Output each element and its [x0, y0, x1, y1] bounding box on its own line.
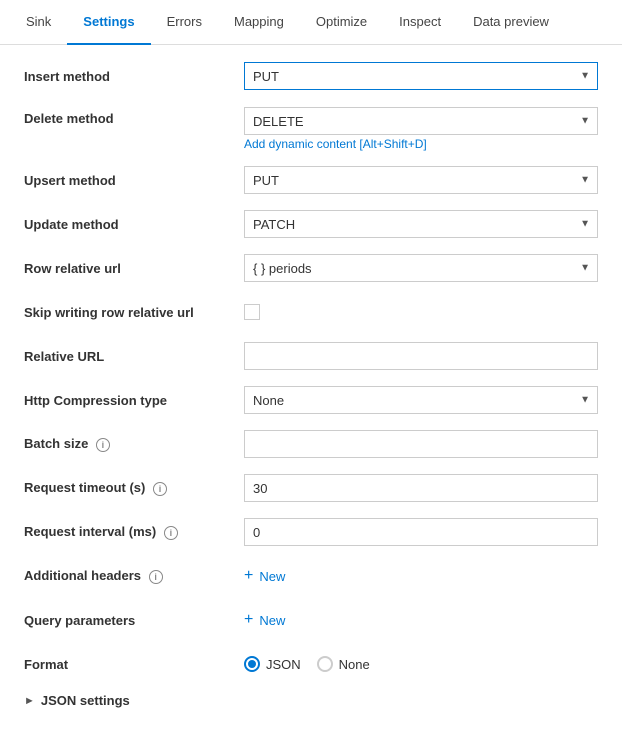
additional-headers-plus-icon: + [244, 568, 253, 584]
delete-method-select-wrapper: DELETE PUT POST PATCH ▼ [244, 107, 598, 135]
http-compression-control: None GZip Deflate ▼ [244, 386, 598, 414]
update-method-control: PATCH PUT POST DELETE ▼ [244, 210, 598, 238]
json-settings-chevron-icon: ► [24, 695, 35, 707]
upsert-method-row: Upsert method PUT POST PATCH DELETE ▼ [24, 165, 598, 195]
tab-inspect[interactable]: Inspect [383, 0, 457, 45]
http-compression-select[interactable]: None GZip Deflate [244, 386, 598, 414]
additional-headers-row: Additional headers i + New [24, 561, 598, 591]
format-none-option[interactable]: None [317, 656, 370, 672]
tab-data-preview[interactable]: Data preview [457, 0, 565, 45]
insert-method-row: Insert method PUT POST PATCH DELETE ▼ [24, 61, 598, 91]
http-compression-label: Http Compression type [24, 393, 244, 408]
update-method-row: Update method PATCH PUT POST DELETE ▼ [24, 209, 598, 239]
format-radio-group: JSON None [244, 656, 598, 672]
request-interval-row: Request interval (ms) i [24, 517, 598, 547]
delete-method-label: Delete method [24, 107, 244, 126]
additional-headers-add-button[interactable]: + New [244, 568, 285, 584]
relative-url-row: Relative URL [24, 341, 598, 371]
upsert-method-label: Upsert method [24, 173, 244, 188]
query-parameters-row: Query parameters + New [24, 605, 598, 635]
row-relative-url-label: Row relative url [24, 261, 244, 276]
format-none-radio[interactable] [317, 656, 333, 672]
batch-size-row: Batch size i [24, 429, 598, 459]
json-settings-label: JSON settings [41, 693, 130, 708]
additional-headers-label: Additional headers i [24, 568, 244, 584]
tab-optimize[interactable]: Optimize [300, 0, 383, 45]
batch-size-input[interactable] [244, 430, 598, 458]
delete-method-select[interactable]: DELETE PUT POST PATCH [244, 107, 598, 135]
format-row: Format JSON None [24, 649, 598, 679]
query-parameters-label: Query parameters [24, 613, 244, 628]
batch-size-info-icon: i [96, 438, 110, 452]
request-timeout-control [244, 474, 598, 502]
upsert-method-select[interactable]: PUT POST PATCH DELETE [244, 166, 598, 194]
additional-headers-info-icon: i [149, 570, 163, 584]
tab-mapping[interactable]: Mapping [218, 0, 300, 45]
upsert-method-select-wrapper: PUT POST PATCH DELETE ▼ [244, 166, 598, 194]
skip-writing-row: Skip writing row relative url [24, 297, 598, 327]
http-compression-row: Http Compression type None GZip Deflate … [24, 385, 598, 415]
format-json-radio[interactable] [244, 656, 260, 672]
update-method-select[interactable]: PATCH PUT POST DELETE [244, 210, 598, 238]
settings-content: Insert method PUT POST PATCH DELETE ▼ De… [0, 45, 622, 724]
request-interval-input[interactable] [244, 518, 598, 546]
update-method-label: Update method [24, 217, 244, 232]
row-relative-url-select-wrapper: { } periods None Custom ▼ [244, 254, 598, 282]
http-compression-select-wrapper: None GZip Deflate ▼ [244, 386, 598, 414]
additional-headers-control: + New [244, 568, 598, 584]
tab-sink[interactable]: Sink [10, 0, 67, 45]
batch-size-label: Batch size i [24, 436, 244, 452]
delete-method-row: Delete method DELETE PUT POST PATCH ▼ Ad… [24, 105, 598, 151]
dynamic-content-link[interactable]: Add dynamic content [Alt+Shift+D] [244, 137, 598, 151]
batch-size-control [244, 430, 598, 458]
insert-method-control: PUT POST PATCH DELETE ▼ [244, 62, 598, 90]
request-timeout-info-icon: i [153, 482, 167, 496]
format-json-label: JSON [266, 657, 301, 672]
query-parameters-add-button[interactable]: + New [244, 612, 285, 628]
request-interval-label: Request interval (ms) i [24, 524, 244, 540]
json-settings-row[interactable]: ► JSON settings [24, 693, 598, 708]
request-interval-control [244, 518, 598, 546]
request-timeout-input[interactable] [244, 474, 598, 502]
tab-errors[interactable]: Errors [151, 0, 218, 45]
row-relative-url-control: { } periods None Custom ▼ [244, 254, 598, 282]
tabs-bar: Sink Settings Errors Mapping Optimize In… [0, 0, 622, 45]
skip-writing-checkbox[interactable] [244, 304, 260, 320]
format-label: Format [24, 657, 244, 672]
request-timeout-label: Request timeout (s) i [24, 480, 244, 496]
row-relative-url-select[interactable]: { } periods None Custom [244, 254, 598, 282]
update-method-select-wrapper: PATCH PUT POST DELETE ▼ [244, 210, 598, 238]
upsert-method-control: PUT POST PATCH DELETE ▼ [244, 166, 598, 194]
relative-url-input[interactable] [244, 342, 598, 370]
row-relative-url-row: Row relative url { } periods None Custom… [24, 253, 598, 283]
insert-method-select[interactable]: PUT POST PATCH DELETE [244, 62, 598, 90]
delete-method-control: DELETE PUT POST PATCH ▼ Add dynamic cont… [244, 107, 598, 151]
request-interval-info-icon: i [164, 526, 178, 540]
relative-url-control [244, 342, 598, 370]
insert-method-select-wrapper: PUT POST PATCH DELETE ▼ [244, 62, 598, 90]
format-control: JSON None [244, 656, 598, 672]
skip-writing-control [244, 304, 598, 320]
query-parameters-control: + New [244, 612, 598, 628]
skip-writing-label: Skip writing row relative url [24, 305, 244, 320]
format-json-option[interactable]: JSON [244, 656, 301, 672]
insert-method-label: Insert method [24, 69, 244, 84]
relative-url-label: Relative URL [24, 349, 244, 364]
request-timeout-row: Request timeout (s) i [24, 473, 598, 503]
format-none-label: None [339, 657, 370, 672]
query-parameters-plus-icon: + [244, 612, 253, 628]
tab-settings[interactable]: Settings [67, 0, 150, 45]
